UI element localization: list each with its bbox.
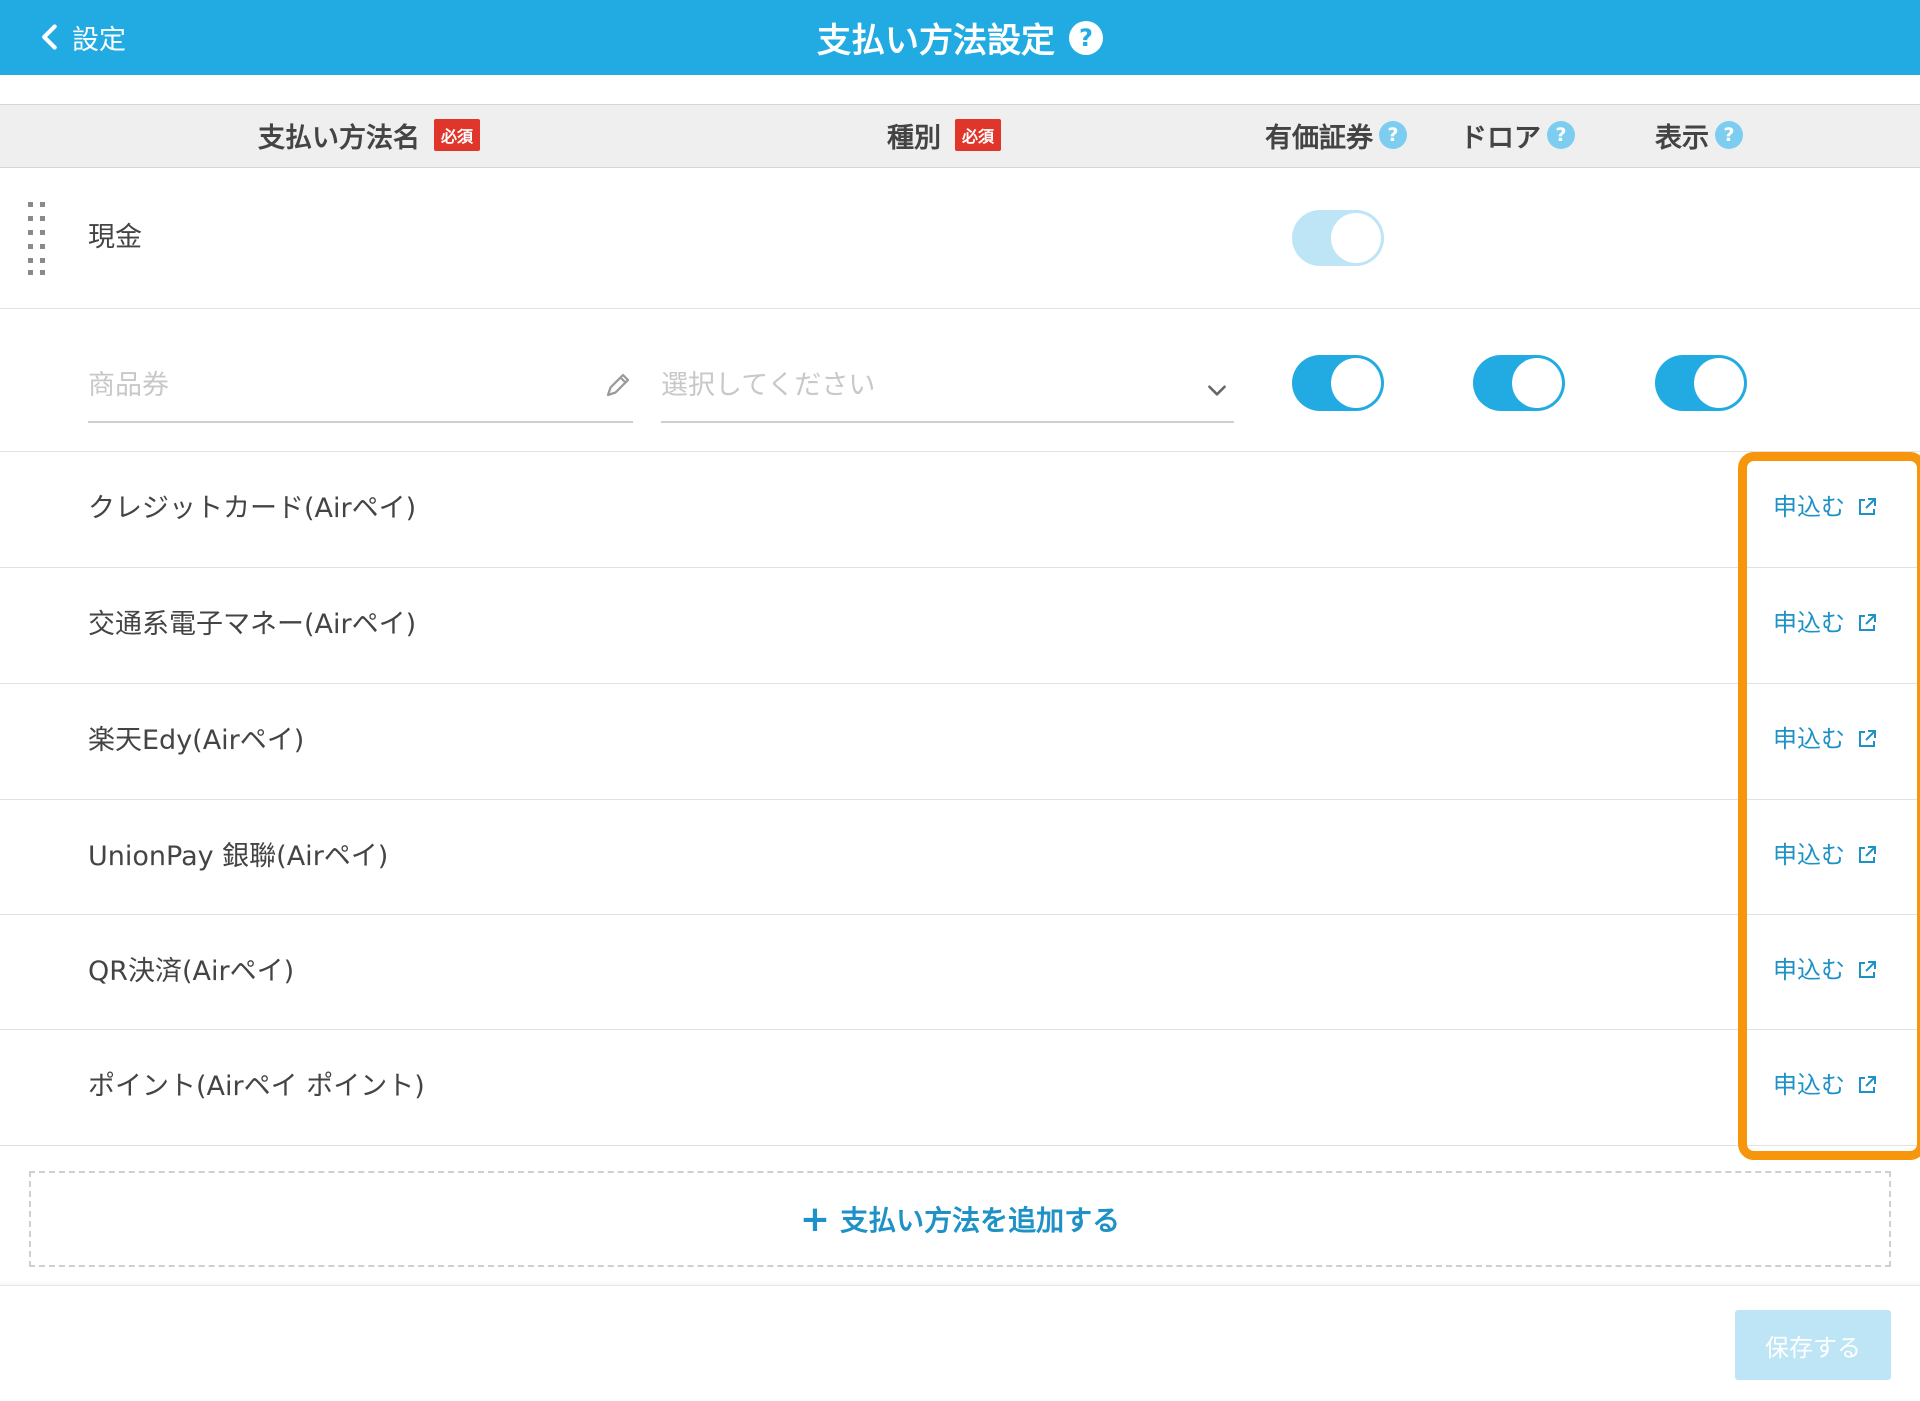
required-badge: 必須 <box>434 119 481 151</box>
pencil-icon <box>606 373 630 397</box>
drag-handle-icon[interactable] <box>26 200 48 276</box>
toggle-knob <box>1331 358 1381 408</box>
cash-securities-toggle[interactable] <box>1292 210 1384 266</box>
payment-type-select[interactable] <box>661 355 1234 423</box>
required-badge: 必須 <box>955 119 1002 151</box>
payment-method-label: QR決済(Airペイ) <box>88 956 295 987</box>
row-divider <box>0 1145 1920 1146</box>
help-icon[interactable]: ? <box>1069 20 1103 55</box>
payment-method-label: 交通系電子マネー(Airペイ) <box>88 609 417 640</box>
payment-name-field[interactable] <box>88 355 633 423</box>
row-divider <box>0 567 1920 568</box>
column-drawer-label: ドロア <box>1460 122 1541 154</box>
help-icon[interactable]: ? <box>1715 121 1743 149</box>
payment-method-label: ポイント(Airペイ ポイント) <box>88 1071 425 1102</box>
payment-method-label: 楽天Edy(Airペイ) <box>88 725 305 756</box>
toggle-knob <box>1694 358 1744 408</box>
payment-type-input[interactable] <box>661 355 1120 415</box>
page-title-text: 支払い方法設定 <box>817 21 1055 61</box>
add-payment-method-button[interactable]: + 支払い方法を追加する <box>29 1171 1891 1267</box>
save-button[interactable]: 保存する <box>1735 1310 1891 1380</box>
column-display-label: 表示 <box>1655 122 1709 154</box>
new-display-toggle[interactable] <box>1655 355 1747 411</box>
highlight-box <box>1738 452 1920 1160</box>
column-type-header: 種別 必須 <box>887 104 1002 166</box>
row-divider <box>0 1029 1920 1030</box>
column-display-header: 表示 ? <box>1655 104 1743 166</box>
add-payment-method-label: 支払い方法を追加する <box>840 1204 1121 1237</box>
column-type-label: 種別 <box>887 122 941 154</box>
toggle-knob <box>1331 213 1381 263</box>
new-drawer-toggle[interactable] <box>1473 355 1565 411</box>
row-divider <box>0 914 1920 915</box>
payment-name-input[interactable] <box>88 355 524 415</box>
column-name-header: 支払い方法名 必須 <box>258 104 481 166</box>
help-icon[interactable]: ? <box>1379 121 1407 149</box>
help-icon[interactable]: ? <box>1547 121 1575 149</box>
row-divider <box>0 308 1920 309</box>
new-securities-toggle[interactable] <box>1292 355 1384 411</box>
column-securities-header: 有価証券 ? <box>1265 104 1407 166</box>
footer-bar <box>0 1285 1920 1401</box>
row-divider <box>0 451 1920 452</box>
row-divider <box>0 799 1920 800</box>
toggle-knob <box>1512 358 1562 408</box>
payment-method-label: UnionPay 銀聯(Airペイ) <box>88 841 389 872</box>
row-divider <box>0 683 1920 684</box>
cash-label: 現金 <box>88 222 142 253</box>
plus-icon: + <box>799 1198 831 1240</box>
page-title: 支払い方法設定 ? <box>0 0 1920 75</box>
chevron-down-icon <box>1208 385 1226 396</box>
column-securities-label: 有価証券 <box>1265 122 1373 154</box>
column-drawer-header: ドロア ? <box>1460 104 1575 166</box>
payment-method-label: クレジットカード(Airペイ) <box>88 493 417 524</box>
column-name-label: 支払い方法名 <box>258 122 420 154</box>
